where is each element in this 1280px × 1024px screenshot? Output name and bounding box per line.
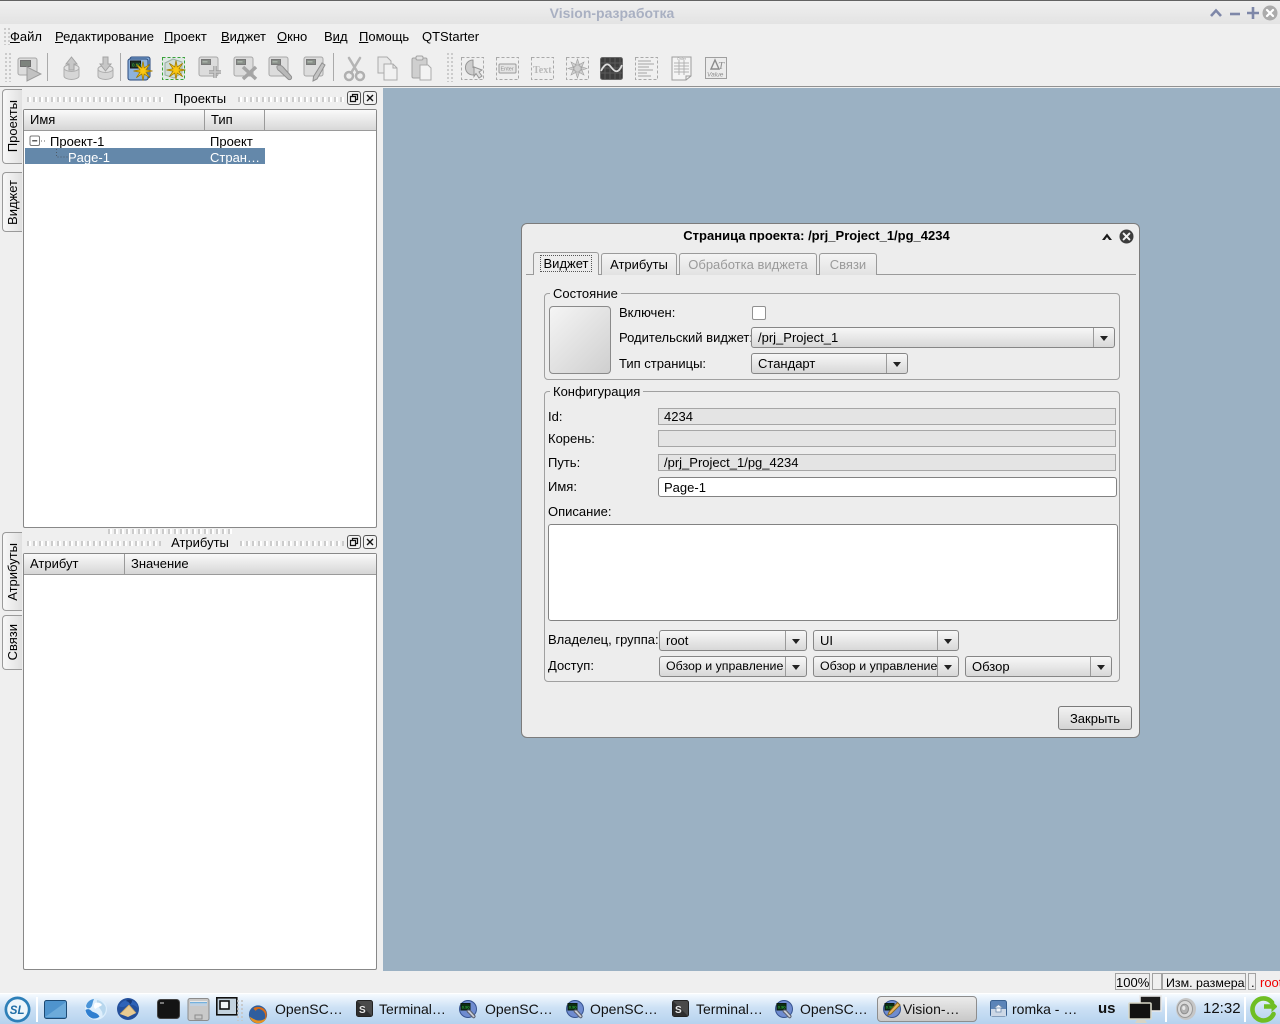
svg-text:T: T [718,60,725,72]
svg-text:SL: SL [10,1005,25,1017]
svg-text:Text: Text [533,65,552,76]
svg-text:Enter: Enter [501,67,514,73]
svg-text:S: S [359,1005,366,1016]
svg-text:Order: Order [677,57,687,61]
svg-text:Value: Value [707,72,724,79]
svg-text:0.90: 0.90 [462,1005,471,1010]
svg-text:0.90: 0.90 [569,1005,578,1010]
svg-text:0.90: 0.90 [778,1005,787,1010]
svg-text:S: S [675,1005,682,1016]
